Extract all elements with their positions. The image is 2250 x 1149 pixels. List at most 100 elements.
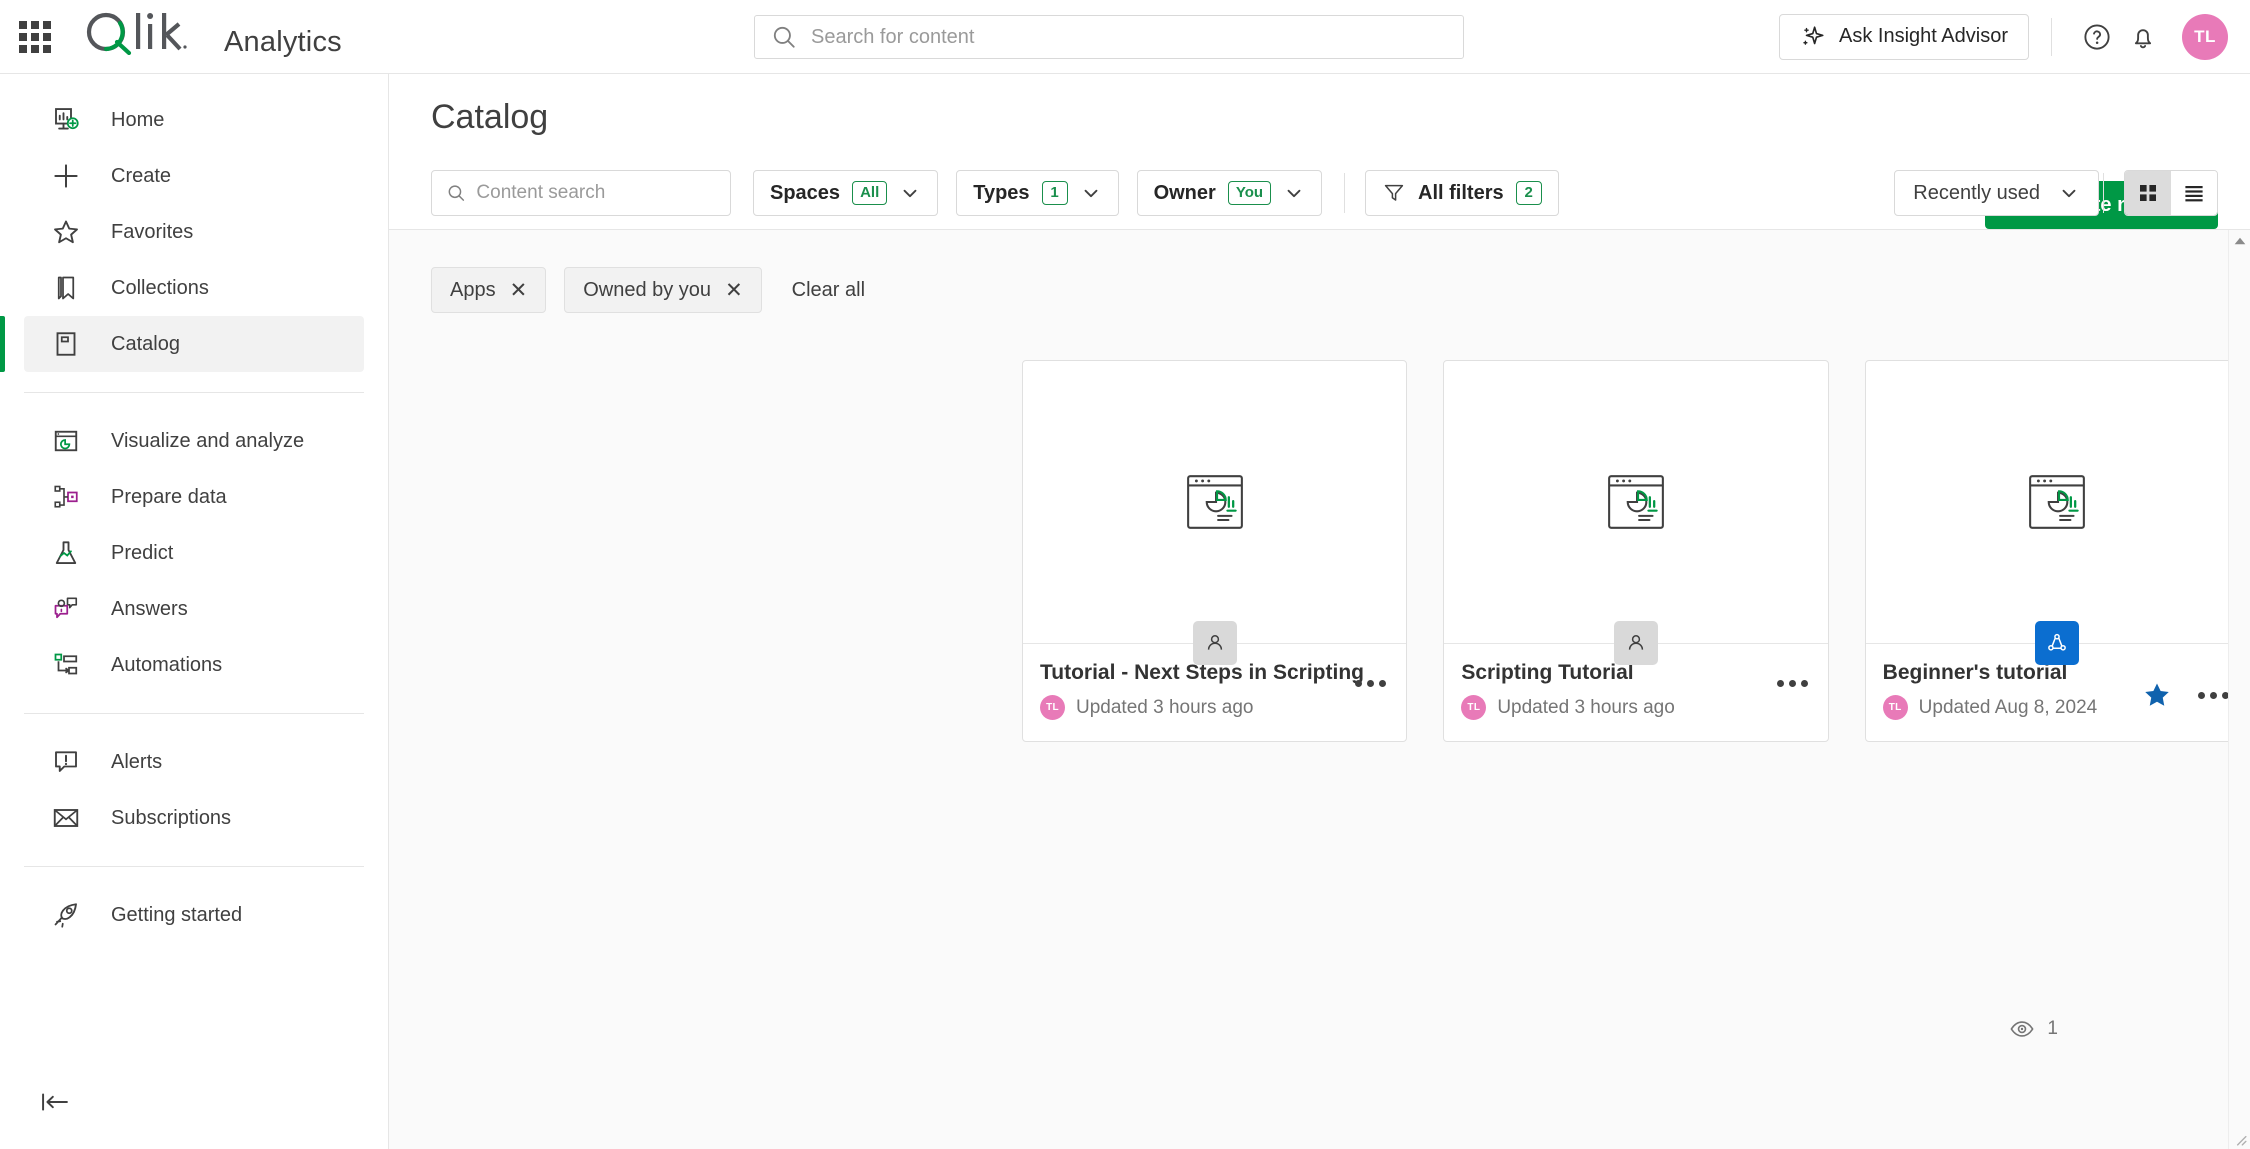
card-thumbnail <box>1866 361 2249 643</box>
remove-chip-icon[interactable]: ✕ <box>725 280 743 301</box>
sidebar-item-label: Visualize and analyze <box>111 429 305 452</box>
remove-chip-icon[interactable]: ✕ <box>510 280 528 301</box>
brand-name: Analytics <box>224 25 342 58</box>
envelope-icon <box>49 803 83 833</box>
bell-icon <box>2134 28 2152 48</box>
catalog-card[interactable]: Scripting Tutorial TL Updated 3 hours ag… <box>1443 360 1829 742</box>
owner-avatar: TL <box>1040 695 1065 720</box>
filter-chip-apps[interactable]: Apps ✕ <box>431 267 547 313</box>
top-navigation-bar: Analytics Ask Insight Advisor <box>0 0 2250 74</box>
ask-insight-advisor-label: Ask Insight Advisor <box>1839 25 2008 47</box>
all-filters-button[interactable]: All filters 2 <box>1365 170 1559 216</box>
card-more-options-button[interactable] <box>1355 680 1387 687</box>
list-view-button[interactable] <box>2171 171 2217 215</box>
sidebar-item-getting-started[interactable]: Getting started <box>24 887 364 943</box>
eye-icon <box>2010 1021 2035 1037</box>
types-filter-button[interactable]: Types 1 <box>956 170 1119 216</box>
toolbar-divider <box>2103 173 2104 213</box>
sidebar-item-collections[interactable]: Collections <box>24 260 364 316</box>
card-footer: Tutorial - Next Steps in Scripting TL Up… <box>1023 621 1407 741</box>
grid-view-button[interactable] <box>2125 171 2171 215</box>
help-button[interactable] <box>2074 14 2120 60</box>
search-icon <box>448 185 465 201</box>
topbar-divider <box>2051 17 2052 56</box>
visualize-icon <box>49 426 83 456</box>
catalog-book-icon <box>49 329 83 359</box>
spaces-filter-label: Spaces <box>770 181 841 204</box>
brand[interactable]: Analytics <box>80 11 342 63</box>
catalog-card[interactable]: Tutorial - Next Steps in Scripting TL Up… <box>1022 360 1408 742</box>
filter-chip-owned-by-you[interactable]: Owned by you ✕ <box>564 267 762 313</box>
sidebar-item-catalog[interactable]: Catalog <box>0 316 364 372</box>
chevron-down-icon <box>2062 189 2076 198</box>
sidebar-divider <box>24 392 364 393</box>
app-launcher-icon[interactable] <box>18 20 52 54</box>
scroll-up-arrow-icon[interactable] <box>2232 233 2248 249</box>
flask-icon <box>49 538 83 568</box>
topbar-right-controls: Ask Insight Advisor TL <box>1779 13 2250 60</box>
space-badge <box>1613 621 1658 665</box>
results-area: Apps ✕ Owned by you ✕ Clear all Tutorial… <box>389 229 2250 1149</box>
notifications-button[interactable] <box>2120 14 2166 60</box>
sidebar-item-label: Subscriptions <box>111 806 232 829</box>
sidebar-item-label: Collections <box>111 276 209 299</box>
vertical-scrollbar[interactable] <box>2228 230 2250 1149</box>
sort-value: Recently used <box>1913 181 2040 204</box>
favorite-star-button[interactable] <box>2142 680 2172 710</box>
qlik-logo-icon <box>86 12 187 55</box>
page-header: Catalog <box>389 74 2250 137</box>
sort-dropdown[interactable]: Recently used <box>1894 170 2099 216</box>
sidebar-item-label: Create <box>111 164 172 187</box>
collapse-left-icon <box>42 1093 68 1111</box>
star-filled-icon <box>2145 683 2169 706</box>
owner-filter-label: Owner <box>1153 181 1216 204</box>
sidebar-item-automations[interactable]: Automations <box>24 637 364 693</box>
list-view-icon <box>2185 186 2203 202</box>
card-updated: Updated Aug 8, 2024 <box>1918 696 2098 718</box>
ask-insight-advisor-button[interactable]: Ask Insight Advisor <box>1779 13 2029 60</box>
person-icon <box>1628 635 1644 650</box>
user-avatar[interactable]: TL <box>2182 13 2228 60</box>
search-icon <box>773 26 795 48</box>
content-search-input[interactable] <box>476 182 730 204</box>
all-filters-label: All filters <box>1418 181 1504 204</box>
sidebar-item-alerts[interactable]: Alerts <box>24 734 364 790</box>
sidebar-item-home[interactable]: Home <box>24 92 364 148</box>
sidebar-item-favorites[interactable]: Favorites <box>24 204 364 260</box>
sidebar-item-prepare-data[interactable]: Prepare data <box>24 469 364 525</box>
sidebar-item-answers[interactable]: Answers <box>24 581 364 637</box>
card-more-options-button[interactable] <box>2197 691 2229 699</box>
plus-icon <box>49 161 83 191</box>
content-search[interactable] <box>431 170 731 216</box>
clear-all-button[interactable]: Clear all <box>792 279 865 302</box>
sidebar-item-label: Favorites <box>111 220 194 243</box>
sidebar-item-label: Getting started <box>111 903 243 926</box>
page-title: Catalog <box>431 98 549 136</box>
chip-label: Apps <box>450 278 496 301</box>
funnel-icon <box>1384 184 1404 201</box>
collapse-sidebar-button[interactable] <box>38 1085 78 1119</box>
owner-filter-button[interactable]: Owner You <box>1136 170 1323 216</box>
resize-grip-icon[interactable] <box>2233 1132 2247 1146</box>
grid-view-icon <box>2140 185 2156 201</box>
card-more-options-button[interactable] <box>1776 680 1808 687</box>
answers-chat-icon <box>49 594 83 624</box>
global-search-input[interactable] <box>811 25 1463 49</box>
sidebar-item-subscriptions[interactable]: Subscriptions <box>24 790 364 846</box>
sidebar-divider <box>24 866 364 867</box>
catalog-card-grid: Tutorial - Next Steps in Scripting TL Up… <box>389 313 2250 742</box>
app-chart-icon <box>1608 475 1664 529</box>
sidebar-item-visualize-and-analyze[interactable]: Visualize and analyze <box>24 413 364 469</box>
bookmark-icon <box>49 273 83 303</box>
sidebar-item-predict[interactable]: Predict <box>24 525 364 581</box>
spaces-filter-badge: All <box>852 181 888 205</box>
sparkle-icon <box>1803 25 1824 45</box>
spaces-filter-button[interactable]: Spaces All <box>753 170 939 216</box>
global-search[interactable] <box>754 15 1464 59</box>
toolbar-divider <box>1344 173 1346 213</box>
catalog-card[interactable]: Beginner's tutorial TL Updated Aug 8, 20… <box>1864 360 2250 742</box>
sidebar-item-create[interactable]: Create <box>24 148 364 204</box>
sidebar-item-label: Alerts <box>111 750 163 773</box>
chevron-down-icon <box>1287 189 1301 198</box>
alert-bubble-icon <box>49 747 83 777</box>
